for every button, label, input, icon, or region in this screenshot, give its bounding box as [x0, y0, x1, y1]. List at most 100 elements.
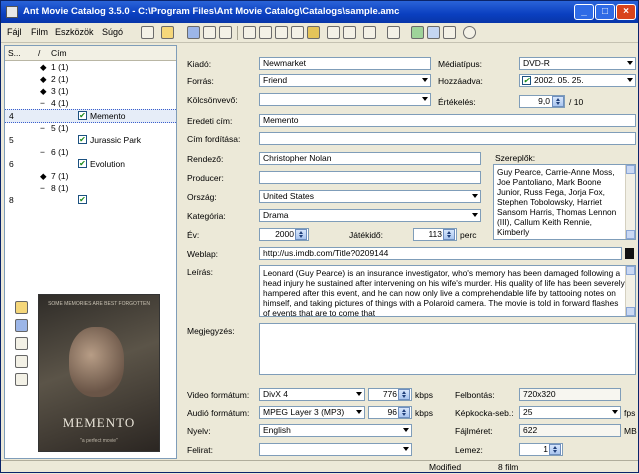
open-icon[interactable]: [161, 26, 174, 39]
delete-icon[interactable]: [259, 26, 272, 39]
kategoria-select[interactable]: Drama: [259, 209, 481, 222]
close-button[interactable]: ×: [616, 4, 636, 20]
menu-sugo[interactable]: Súgó: [102, 27, 123, 37]
movie-row[interactable]: 8 ✔: [5, 194, 176, 206]
seen-checkbox[interactable]: ✔: [78, 111, 87, 120]
chevron-down-icon[interactable]: [356, 410, 362, 414]
kiado-field[interactable]: Newmarket: [259, 57, 431, 70]
kolcsonvevo-select[interactable]: [259, 93, 431, 106]
save-picture-icon[interactable]: [15, 319, 28, 332]
mediatipus-label: Médiatípus:: [438, 59, 482, 69]
group-row[interactable]: ◆ 7 (1): [5, 170, 176, 182]
grab-icon[interactable]: [327, 26, 340, 39]
movie-row-selected[interactable]: 4 ✔ Memento: [5, 109, 176, 123]
forras-select[interactable]: Friend: [259, 74, 431, 87]
rendezo-field[interactable]: Christopher Nolan: [259, 152, 481, 165]
load-picture-icon[interactable]: [15, 301, 28, 314]
orszag-select[interactable]: United States: [259, 190, 481, 203]
scroll-up-icon[interactable]: [626, 165, 635, 174]
group-row[interactable]: ◆ 2 (1): [5, 73, 176, 85]
title-bar[interactable]: Ant Movie Catalog 3.5.0 - C:\Program Fil…: [1, 1, 638, 23]
chevron-down-icon[interactable]: [627, 78, 633, 82]
script-icon[interactable]: [343, 26, 356, 39]
scroll-down-icon[interactable]: [626, 307, 635, 316]
video-bitrate-spinner[interactable]: [398, 389, 410, 400]
copy-icon[interactable]: [275, 26, 288, 39]
delete-picture-icon[interactable]: [15, 355, 28, 368]
lemez-spinner[interactable]: [549, 444, 561, 455]
video-format-select[interactable]: DivX 4: [259, 388, 365, 401]
movie-row[interactable]: 6 ✔ Evolution: [5, 158, 176, 170]
picture-window-icon[interactable]: [15, 373, 28, 386]
group-icon[interactable]: [387, 26, 400, 39]
menu-fajl[interactable]: Fájl: [7, 27, 22, 37]
leiras-scrollbar[interactable]: [625, 266, 635, 316]
cim-forditasa-label: Cím fordítása:: [187, 134, 241, 144]
group-row[interactable]: −6 (1): [5, 146, 176, 158]
jatekido-spinner[interactable]: [443, 229, 455, 240]
menu-eszkozok[interactable]: Eszközök: [55, 27, 94, 37]
audio-format-label: Audió formátum:: [187, 408, 250, 418]
status-bar: Modified 8 film: [1, 460, 638, 474]
date-checkbox[interactable]: ✔: [522, 76, 531, 85]
properties-icon[interactable]: [443, 26, 456, 39]
find-icon[interactable]: [291, 26, 304, 39]
group-row[interactable]: −4 (1): [5, 97, 176, 109]
hozzaadva-date[interactable]: ✔ 2002. 05. 25.: [519, 74, 636, 87]
chevron-down-icon[interactable]: [422, 78, 428, 82]
mediatipus-select[interactable]: DVD-R: [519, 57, 636, 70]
group-row[interactable]: ◆ 3 (1): [5, 85, 176, 97]
statistics-icon[interactable]: [363, 26, 376, 39]
szereplok-scrollbar[interactable]: [625, 165, 635, 239]
fajlmeret-field[interactable]: 622: [519, 424, 621, 437]
save-icon[interactable]: [187, 26, 200, 39]
chevron-down-icon[interactable]: [472, 213, 478, 217]
chevron-down-icon[interactable]: [612, 410, 618, 414]
print-icon[interactable]: [219, 26, 232, 39]
maximize-button[interactable]: □: [595, 4, 615, 20]
ertekeles-spinner[interactable]: [552, 96, 564, 107]
scroll-up-icon[interactable]: [626, 266, 635, 275]
save-as-icon[interactable]: [203, 26, 216, 39]
felirat-select[interactable]: [259, 443, 412, 456]
ev-spinner[interactable]: [295, 229, 307, 240]
column-number[interactable]: S...: [8, 48, 21, 58]
szereplok-box[interactable]: Guy Pearce, Carrie-Anne Moss, Joe Pantol…: [493, 164, 636, 240]
new-icon[interactable]: [141, 26, 154, 39]
minimize-button[interactable]: _: [574, 4, 594, 20]
chevron-down-icon[interactable]: [403, 428, 409, 432]
chevron-down-icon[interactable]: [356, 392, 362, 396]
seen-checkbox[interactable]: ✔: [78, 195, 87, 204]
chevron-down-icon[interactable]: [422, 97, 428, 101]
audio-format-select[interactable]: MPEG Layer 3 (MP3): [259, 406, 365, 419]
column-title[interactable]: Cím: [51, 48, 67, 58]
chevron-down-icon[interactable]: [627, 61, 633, 65]
group-row[interactable]: −8 (1): [5, 182, 176, 194]
megjegyzes-box[interactable]: [259, 323, 636, 375]
chevron-down-icon[interactable]: [472, 194, 478, 198]
movie-row[interactable]: 5 ✔ Jurassic Park: [5, 134, 176, 146]
seen-checkbox[interactable]: ✔: [78, 159, 87, 168]
weblap-field[interactable]: http://us.imdb.com/Title?0209144: [259, 247, 622, 260]
open-url-button[interactable]: [625, 248, 634, 259]
menu-film[interactable]: Film: [31, 27, 48, 37]
group-row[interactable]: ◆ 1 (1): [5, 61, 176, 73]
leiras-box[interactable]: Leonard (Guy Pearce) is an insurance inv…: [259, 265, 636, 317]
copy-picture-icon[interactable]: [15, 337, 28, 350]
group-row[interactable]: −5 (1): [5, 122, 176, 134]
eredeti-cim-field[interactable]: Memento: [259, 114, 636, 127]
chevron-down-icon[interactable]: [403, 447, 409, 451]
seen-checkbox[interactable]: ✔: [78, 135, 87, 144]
cim-forditasa-field[interactable]: [259, 132, 636, 145]
picture-icon[interactable]: [307, 26, 320, 39]
kepkocka-select[interactable]: 25: [519, 406, 621, 419]
audio-bitrate-spinner[interactable]: [398, 407, 410, 418]
felbontas-field[interactable]: 720x320: [519, 388, 621, 401]
preferences-icon[interactable]: [427, 26, 440, 39]
producer-field[interactable]: [259, 171, 481, 184]
scroll-down-icon[interactable]: [626, 230, 635, 239]
loan-icon[interactable]: [411, 26, 424, 39]
help-icon[interactable]: [463, 26, 476, 39]
nyelv-select[interactable]: English: [259, 424, 412, 437]
add-movie-icon[interactable]: [243, 26, 256, 39]
